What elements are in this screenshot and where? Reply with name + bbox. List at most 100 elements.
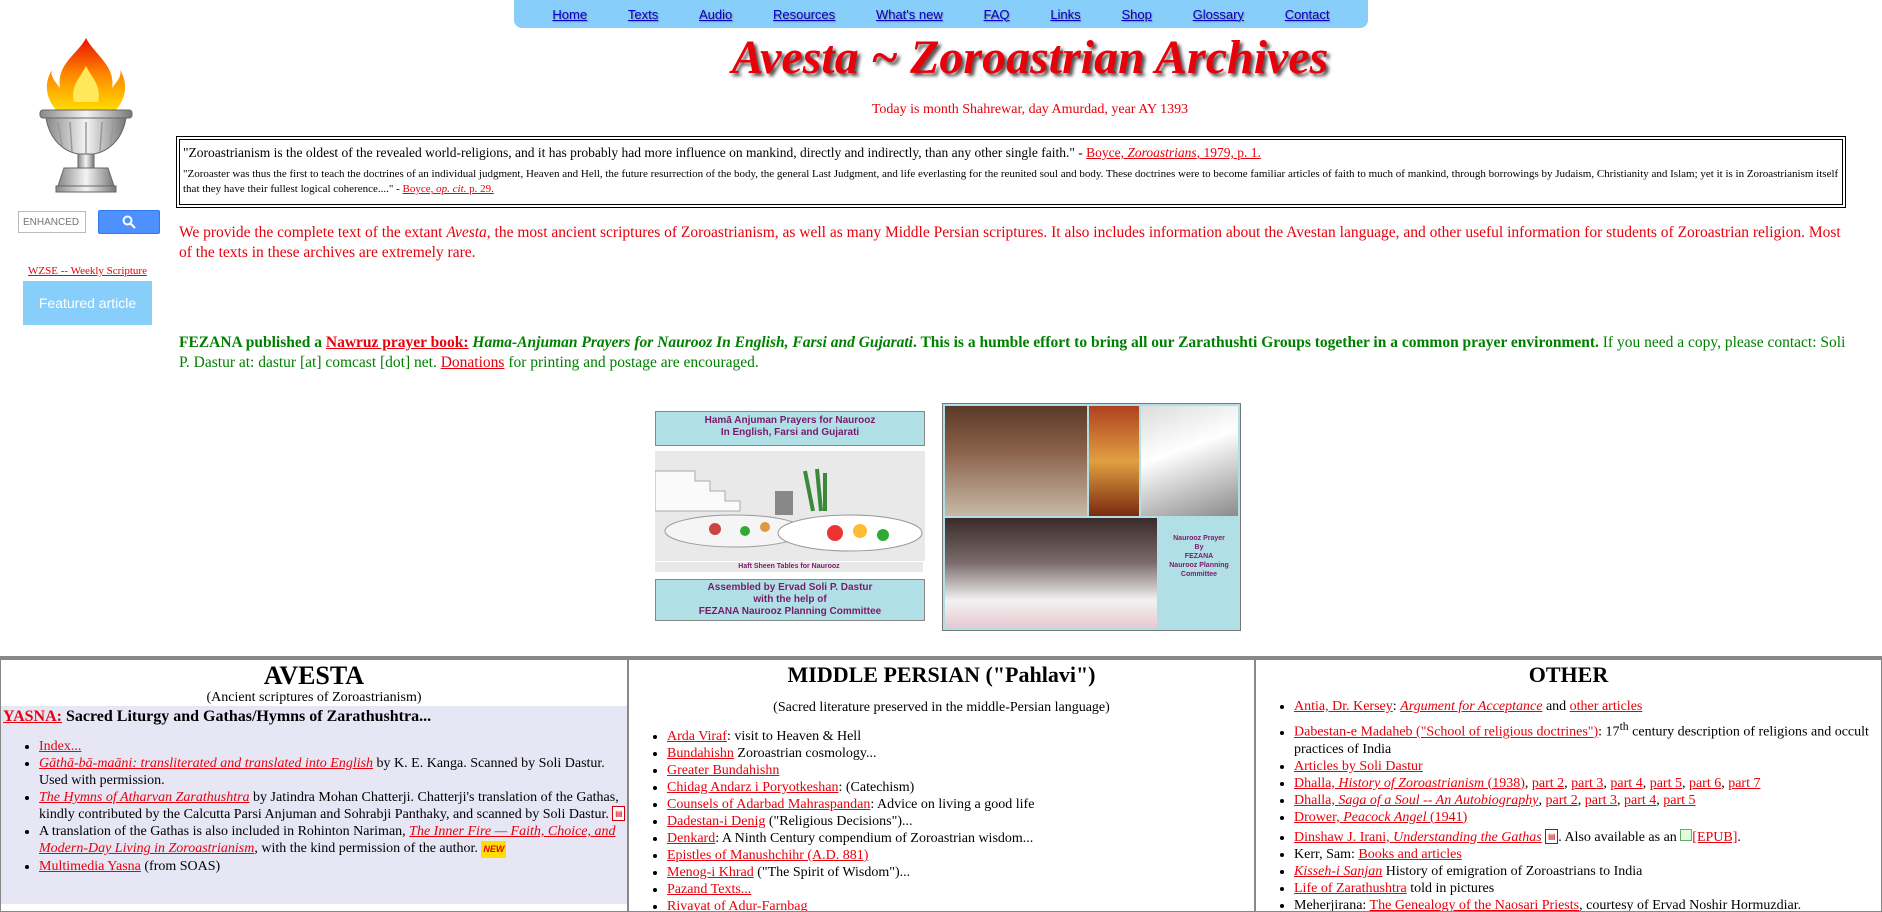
life-zarathushtra-link[interactable]: Life of Zarathushtra <box>1294 881 1407 896</box>
yasna-list: Index... Gāthā-bā-maāni: transliterated … <box>1 738 627 875</box>
children-photo <box>945 518 1157 628</box>
donations-link[interactable]: Donations <box>441 354 505 371</box>
part-link[interactable]: part 4 <box>1610 776 1642 791</box>
list-item-text: Kerr, Sam: <box>1294 846 1359 862</box>
nawruz-prayer-book-link[interactable]: Nawruz prayer book: <box>326 334 469 351</box>
site-search <box>18 210 160 234</box>
work: Understanding the Gathas <box>1393 829 1542 845</box>
dhalla-history-link[interactable]: Dhalla, History of Zoroastrianism (1938) <box>1294 776 1525 791</box>
list-item: Greater Bundahishn <box>667 762 1254 779</box>
search-icon <box>122 215 136 229</box>
nav-resources[interactable]: Resources <box>773 7 835 22</box>
irani-gathas-link[interactable]: Dinshaw J. Irani, Understanding the Gath… <box>1294 830 1542 845</box>
list-item: Dhalla, Saga of a Soul -- An Autobiograp… <box>1294 792 1881 809</box>
yasna-index-link[interactable]: Index... <box>39 739 81 754</box>
nav-glossary[interactable]: Glossary <box>1193 7 1244 22</box>
pazand-texts-link[interactable]: Pazand Texts... <box>667 882 751 897</box>
other-column: OTHER Antia, Dr. Kersey: Argument for Ac… <box>1255 659 1882 912</box>
part-link[interactable]: part 5 <box>1663 793 1695 808</box>
epistles-link[interactable]: Epistles of Manushchihr (A.D. 881) <box>667 848 868 863</box>
collage-label: Naurooz Prayer By FEZANA Naurooz Plannin… <box>1169 535 1229 578</box>
chidag-andarz-link[interactable]: Chidag Andarz i Poryotkeshan <box>667 780 838 795</box>
part-link[interactable]: part 4 <box>1624 793 1656 808</box>
search-input[interactable] <box>18 211 86 233</box>
list-item: Arda Viraf: visit to Heaven & Hell <box>667 728 1254 745</box>
pahlavi-heading: MIDDLE PERSIAN ("Pahlavi") <box>787 662 1096 687</box>
yasna-link[interactable]: YASNA: <box>3 708 62 725</box>
soli-articles-link[interactable]: Articles by Soli Dastur <box>1294 759 1423 774</box>
wzse-link[interactable]: WZSE -- Weekly Scripture <box>28 265 147 277</box>
nav-shop[interactable]: Shop <box>1121 7 1151 22</box>
part-link[interactable]: part 3 <box>1585 793 1617 808</box>
yasna-section: YASNA: Sacred Liturgy and Gathas/Hymns o… <box>1 706 627 904</box>
fezana-announcement: FEZANA published a Nawruz prayer book: H… <box>179 333 1849 373</box>
part-link[interactable]: part 6 <box>1689 776 1721 791</box>
bundahishn-link[interactable]: Bundahishn <box>667 746 734 761</box>
part-link[interactable]: part 5 <box>1650 776 1682 791</box>
kanga-gatha-link[interactable]: Gāthā-bā-maāni: transliterated and trans… <box>39 756 373 771</box>
genealogy-link[interactable]: The Genealogy of the Naosari Priests <box>1370 898 1580 911</box>
list-item-text: . <box>1737 829 1741 845</box>
haft-sheen-photo[interactable] <box>654 451 925 561</box>
nav-links[interactable]: Links <box>1050 7 1080 22</box>
arda-viraf-link[interactable]: Arda Viraf <box>667 729 727 744</box>
list-item: Dinshaw J. Irani, Understanding the Gath… <box>1294 828 1881 846</box>
featured-article-button[interactable]: Featured article <box>23 281 152 325</box>
naurooz-collage[interactable]: Naurooz Prayer By FEZANA Naurooz Plannin… <box>942 403 1241 631</box>
denkard-link[interactable]: Denkard <box>667 831 715 846</box>
list-item-text: : (Catechism) <box>838 780 915 795</box>
nav-home[interactable]: Home <box>552 7 587 22</box>
today-date: Today is month Shahrewar, day Amurdad, y… <box>871 102 1189 117</box>
multimedia-yasna-link[interactable]: Multimedia Yasna <box>39 859 141 874</box>
chatterji-hymns-link[interactable]: The Hymns of Atharvan Zarathushtra <box>39 790 250 805</box>
pdf-icon[interactable]: ▤ <box>612 806 626 821</box>
part-link[interactable]: part 7 <box>1728 776 1760 791</box>
list-item: Denkard: A Ninth Century compendium of Z… <box>667 830 1254 847</box>
greater-bundahishn-link[interactable]: Greater Bundahishn <box>667 763 779 778</box>
nav-texts[interactable]: Texts <box>628 7 658 22</box>
list-item: Multimedia Yasna (from SOAS) <box>39 858 627 875</box>
author: Drower, <box>1294 809 1344 825</box>
dabestan-link[interactable]: Dabestan-e Madaheb ("School of religious… <box>1294 725 1598 740</box>
list-item: Dabestan-e Madaheb ("School of religious… <box>1294 718 1881 758</box>
list-item: Articles by Soli Dastur <box>1294 758 1881 775</box>
superscript: th <box>1619 720 1629 733</box>
part-link[interactable]: part 2 <box>1545 793 1577 808</box>
dhalla-saga-link[interactable]: Dhalla, Saga of a Soul -- An Autobiograp… <box>1294 793 1538 808</box>
nav-contact[interactable]: Contact <box>1285 7 1330 22</box>
quote-2-citation[interactable]: Boyce, op. cit. p. 29. <box>403 183 494 195</box>
part-link[interactable]: part 2 <box>1532 776 1564 791</box>
menog-khrad-link[interactable]: Menog-i Khrad <box>667 865 754 880</box>
avesta-heading: AVESTA <box>263 661 365 690</box>
quote-1-citation[interactable]: Boyce, Zoroastrians, 1979, p. 1. <box>1086 145 1261 160</box>
haft-sheen-caption: Haft Sheen Tables for Naurooz <box>655 562 923 572</box>
rivayat-link[interactable]: Rivayat of Adur-Farnbag <box>667 899 807 911</box>
antia-link[interactable]: Antia, Dr. Kersey <box>1294 699 1393 714</box>
kisseh-sanjan-link[interactable]: Kisseh-i Sanjan <box>1294 864 1382 879</box>
quote-2: "Zoroaster was thus the first to teach t… <box>183 167 1839 197</box>
nav-faq[interactable]: FAQ <box>984 7 1010 22</box>
pdf-icon[interactable]: ▤ <box>1545 828 1559 844</box>
fezana-text-a: FEZANA published a <box>179 334 326 351</box>
dadestan-link[interactable]: Dadestan-i Denig <box>667 814 765 829</box>
epub-link[interactable]: [EPUB] <box>1692 830 1737 845</box>
search-button[interactable] <box>98 210 160 234</box>
list-item-pre: A translation of the Gathas is also incl… <box>39 824 410 839</box>
list-item: Pazand Texts... <box>667 881 1254 898</box>
fezana-text-c: . This is a humble effort to bring all o… <box>912 334 1599 351</box>
new-badge: NEW <box>481 841 507 858</box>
cite-work: Zoroastrians <box>1127 145 1197 160</box>
nav-audio[interactable]: Audio <box>699 7 732 22</box>
part-link[interactable]: part 3 <box>1571 776 1603 791</box>
counsels-adarbad-link[interactable]: Counsels of Adarbad Mahraspandan <box>667 797 870 812</box>
fire-urn-logo <box>39 38 133 193</box>
argument-acceptance-link[interactable]: Argument for Acceptance <box>1400 699 1542 714</box>
list-item-text: History of emigration of Zoroastrians to… <box>1382 863 1643 879</box>
list-item-text: (from SOAS) <box>140 859 221 874</box>
kerr-books-link[interactable]: Books and articles <box>1358 847 1461 862</box>
yasna-heading-text: Sacred Liturgy and Gathas/Hymns of Zarat… <box>61 708 432 725</box>
quote-box: "Zoroastrianism is the oldest of the rev… <box>176 136 1846 208</box>
nav-whats-new[interactable]: What's new <box>876 7 943 22</box>
other-articles-link[interactable]: other articles <box>1570 699 1643 714</box>
drower-link[interactable]: Drower, Peacock Angel (1941) <box>1294 810 1467 825</box>
